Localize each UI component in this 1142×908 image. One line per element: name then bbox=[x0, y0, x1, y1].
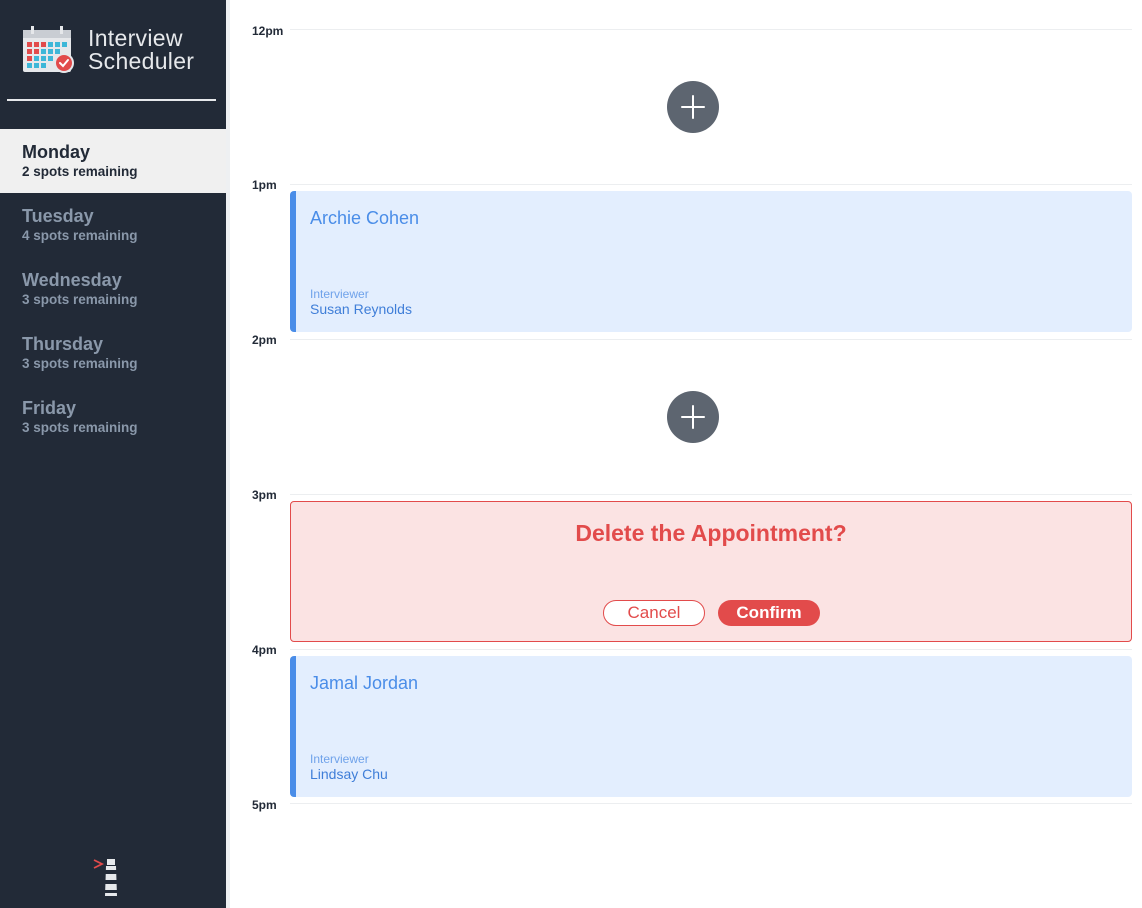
hour-line bbox=[290, 494, 1132, 495]
day-item-thursday[interactable]: Thursday 3 spots remaining bbox=[0, 321, 226, 385]
interviewer-name: Lindsay Chu bbox=[310, 766, 388, 782]
day-name: Thursday bbox=[22, 334, 104, 354]
day-item-monday[interactable]: Monday 2 spots remaining bbox=[0, 129, 226, 193]
confirm-message: Delete the Appointment? bbox=[575, 520, 847, 546]
time-label: 2pm bbox=[252, 333, 277, 347]
time-label: 5pm bbox=[252, 798, 277, 812]
day-spots: 2 spots remaining bbox=[22, 164, 138, 179]
day-spots: 3 spots remaining bbox=[22, 292, 138, 307]
sidebar-edge bbox=[226, 0, 230, 908]
app-title: Interview Scheduler bbox=[88, 27, 194, 73]
day-item-friday[interactable]: Friday 3 spots remaining bbox=[0, 385, 226, 449]
day-spots: 3 spots remaining bbox=[22, 356, 138, 371]
cancel-button[interactable]: Cancel bbox=[603, 600, 705, 626]
day-spots: 4 spots remaining bbox=[22, 228, 138, 243]
hour-line bbox=[290, 649, 1132, 650]
day-item-tuesday[interactable]: Tuesday 4 spots remaining bbox=[0, 193, 226, 257]
add-appointment-button[interactable] bbox=[667, 81, 719, 133]
confirm-button[interactable]: Confirm bbox=[718, 600, 820, 626]
app-title-line2: Scheduler bbox=[88, 48, 195, 74]
day-name: Monday bbox=[22, 142, 91, 162]
sidebar: Interview Scheduler Monday 2 spots remai… bbox=[0, 0, 226, 908]
time-label: 12pm bbox=[252, 24, 284, 38]
hour-line bbox=[290, 184, 1132, 185]
interviewer-label: Interviewer bbox=[310, 287, 369, 301]
student-name: Archie Cohen bbox=[310, 208, 420, 228]
app-title-line1: Interview bbox=[88, 25, 183, 51]
hour-line bbox=[290, 803, 1132, 804]
day-name: Wednesday bbox=[22, 270, 122, 290]
interviewer-label: Interviewer bbox=[310, 752, 369, 766]
add-appointment-button[interactable] bbox=[667, 391, 719, 443]
day-name: Friday bbox=[22, 398, 77, 418]
appointment-card[interactable]: Jamal Jordan Interviewer Lindsay Chu bbox=[290, 656, 1132, 797]
delete-confirmation: Delete the Appointment? Cancel Confirm bbox=[290, 501, 1132, 642]
hour-line bbox=[290, 29, 1132, 30]
student-name: Jamal Jordan bbox=[310, 673, 419, 693]
lighthouse-icon bbox=[93, 859, 117, 896]
calendar-check-icon bbox=[23, 26, 74, 73]
day-spots: 3 spots remaining bbox=[22, 420, 138, 435]
time-label: 1pm bbox=[252, 178, 277, 192]
appointment-card[interactable]: Archie Cohen Interviewer Susan Reynolds bbox=[290, 191, 1132, 332]
day-name: Tuesday bbox=[22, 206, 94, 226]
sidebar-divider bbox=[7, 99, 216, 101]
time-label: 4pm bbox=[252, 643, 277, 657]
interviewer-name: Susan Reynolds bbox=[310, 301, 412, 317]
day-item-wednesday[interactable]: Wednesday 3 spots remaining bbox=[0, 257, 226, 321]
time-label: 3pm bbox=[252, 488, 277, 502]
hour-line bbox=[290, 339, 1132, 340]
